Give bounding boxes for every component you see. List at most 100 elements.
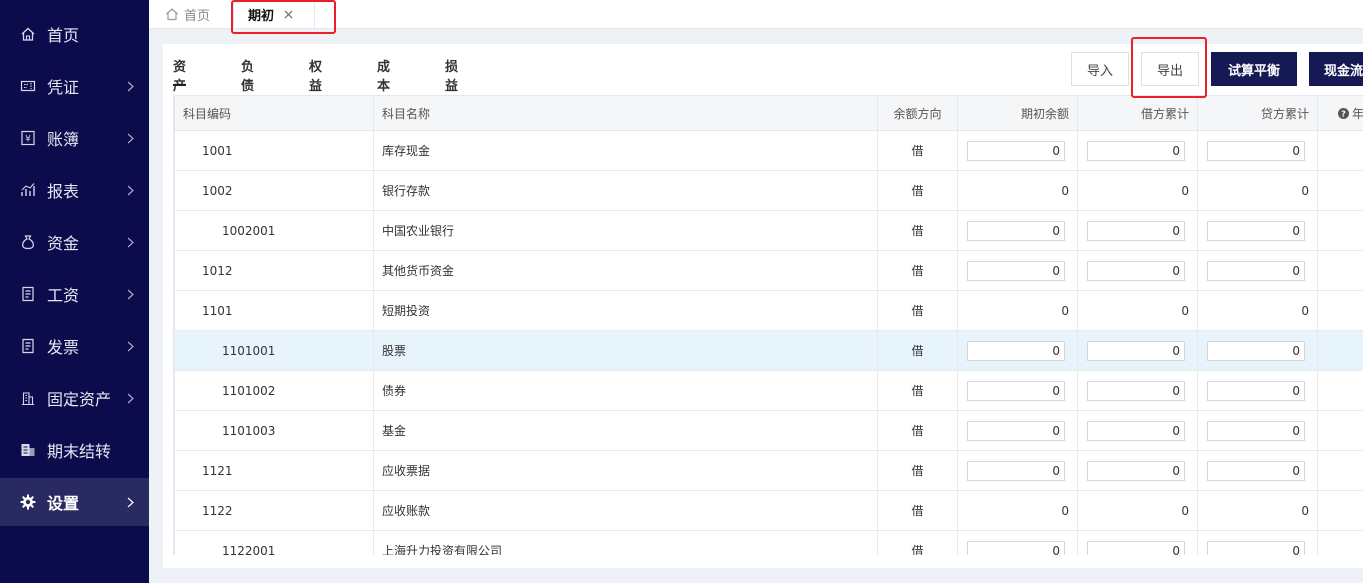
help-icon[interactable]: ? [1338, 107, 1349, 119]
subtab-cost[interactable]: 成本 [377, 56, 390, 94]
credit-total-input[interactable]: 0 [1207, 340, 1305, 361]
table-row: 1101001 股票 借 0 0 0 [174, 330, 1363, 371]
header-extra-label: 年 [1352, 106, 1363, 121]
chevron-right-icon [127, 288, 135, 300]
chevron-right-icon [127, 496, 135, 508]
cell-name: 债券 [373, 370, 878, 411]
header-direction: 余额方向 [877, 95, 958, 131]
cell-extra [1317, 210, 1363, 251]
debit-total-input[interactable]: 0 [1087, 460, 1185, 481]
cell-name: 基金 [373, 410, 878, 451]
cell-extra [1317, 450, 1363, 491]
debit-total-input[interactable]: 0 [1087, 340, 1185, 361]
home-icon [166, 8, 178, 21]
cashflow-button[interactable]: 现金流 [1309, 52, 1363, 86]
trial-balance-button[interactable]: 试算平衡 [1211, 52, 1297, 86]
credit-total-input[interactable]: 0 [1207, 380, 1305, 401]
nav-item-voucher[interactable]: 凭证 [0, 62, 149, 110]
cell-extra [1317, 130, 1363, 171]
cell-credit: 0 [1197, 490, 1318, 531]
nav-label: 期末结转 [47, 442, 112, 461]
opening-balance-input[interactable]: 0 [967, 420, 1065, 441]
chevron-right-icon [127, 132, 135, 144]
debit-total-input[interactable]: 0 [1087, 380, 1185, 401]
cell-credit: 0 [1197, 170, 1318, 211]
import-button[interactable]: 导入 [1071, 52, 1129, 86]
subtab-liabilities[interactable]: 负债 [241, 56, 254, 94]
cell-name: 库存现金 [373, 130, 878, 171]
tab-home-label: 首页 [184, 8, 211, 24]
nav-item-home[interactable]: 首页 [0, 10, 149, 58]
cell-credit: 0 [1197, 130, 1318, 171]
opening-balance-input[interactable]: 0 [967, 260, 1065, 281]
close-icon[interactable] [284, 9, 294, 19]
table-row: 1101 短期投资 借 0 0 0 [174, 290, 1363, 331]
debit-total-input[interactable]: 0 [1087, 140, 1185, 161]
nav-item-fixed-assets[interactable]: 固定资产 [0, 374, 149, 422]
export-button[interactable]: 导出 [1141, 52, 1199, 86]
cell-code: 1122 [174, 490, 374, 531]
invoice-icon [20, 338, 36, 354]
credit-total-input[interactable]: 0 [1207, 540, 1305, 555]
cell-code: 1121 [174, 450, 374, 491]
chevron-right-icon [127, 80, 135, 92]
cell-opening: 0 [957, 410, 1078, 451]
nav-item-salary[interactable]: 工资 [0, 270, 149, 318]
tab-home[interactable]: 首页 [165, 0, 210, 28]
nav-label: 凭证 [47, 78, 80, 97]
tab-opening-label: 期初 [248, 8, 275, 24]
cell-opening: 0 [957, 290, 1078, 331]
nav-label: 资金 [47, 234, 80, 253]
cell-extra [1317, 370, 1363, 411]
header-debit: 借方累计 [1077, 95, 1198, 131]
cell-debit: 0 [1077, 410, 1198, 451]
opening-balance-input[interactable]: 0 [967, 460, 1065, 481]
cell-debit: 0 [1077, 490, 1198, 531]
nav-item-period-close[interactable]: 期末结转 [0, 426, 149, 474]
credit-total-input[interactable]: 0 [1207, 460, 1305, 481]
credit-total-input[interactable]: 0 [1207, 220, 1305, 241]
bottom-gutter [149, 570, 1363, 583]
cell-code: 1101003 [174, 410, 374, 451]
table-row: 1001 库存现金 借 0 0 0 [174, 130, 1363, 171]
table-row: 1121 应收票据 借 0 0 0 [174, 450, 1363, 491]
opening-balance-input[interactable]: 0 [967, 220, 1065, 241]
cell-name: 股票 [373, 330, 878, 371]
header-name: 科目名称 [373, 95, 878, 131]
opening-balance-input[interactable]: 0 [967, 380, 1065, 401]
tab-opening[interactable]: 期初 [233, 0, 315, 28]
nav-item-report[interactable]: 报表 [0, 166, 149, 214]
ledger-icon: ¥ [20, 130, 36, 146]
nav-item-ledger[interactable]: ¥ 账簿 [0, 114, 149, 162]
credit-total-input[interactable]: 0 [1207, 260, 1305, 281]
debit-total-input[interactable]: 0 [1087, 260, 1185, 281]
svg-text:¥: ¥ [25, 135, 31, 145]
credit-total-input[interactable]: 0 [1207, 420, 1305, 441]
opening-balance-table: 科目编码 科目名称 余额方向 期初余额 借方累计 贷方累计 ? 年 1001 库存… [173, 95, 1363, 555]
cell-code: 1101002 [174, 370, 374, 411]
nav-item-funds[interactable]: 资金 [0, 218, 149, 266]
subtab-equity[interactable]: 权益 [309, 56, 322, 94]
opening-balance-input[interactable]: 0 [967, 140, 1065, 161]
cell-name: 短期投资 [373, 290, 878, 331]
cell-opening: 0 [957, 250, 1078, 291]
cell-extra [1317, 530, 1363, 555]
debit-total-input[interactable]: 0 [1087, 220, 1185, 241]
cell-name: 应收账款 [373, 490, 878, 531]
subtab-assets[interactable]: 资产 [173, 56, 187, 94]
chevron-right-icon [127, 392, 135, 404]
nav-item-invoice[interactable]: 发票 [0, 322, 149, 370]
subtab-profit-loss[interactable]: 损益 [445, 56, 458, 94]
credit-total-input[interactable]: 0 [1207, 140, 1305, 161]
period-close-icon [20, 442, 36, 458]
cell-extra [1317, 410, 1363, 451]
debit-total-input[interactable]: 0 [1087, 420, 1185, 441]
nav-item-settings[interactable]: 设置 [0, 478, 149, 526]
opening-balance-input[interactable]: 0 [967, 540, 1065, 555]
cell-direction: 借 [877, 370, 958, 411]
nav-label: 首页 [47, 26, 80, 45]
cell-name: 银行存款 [373, 170, 878, 211]
cell-debit: 0 [1077, 210, 1198, 251]
opening-balance-input[interactable]: 0 [967, 340, 1065, 361]
debit-total-input[interactable]: 0 [1087, 540, 1185, 555]
